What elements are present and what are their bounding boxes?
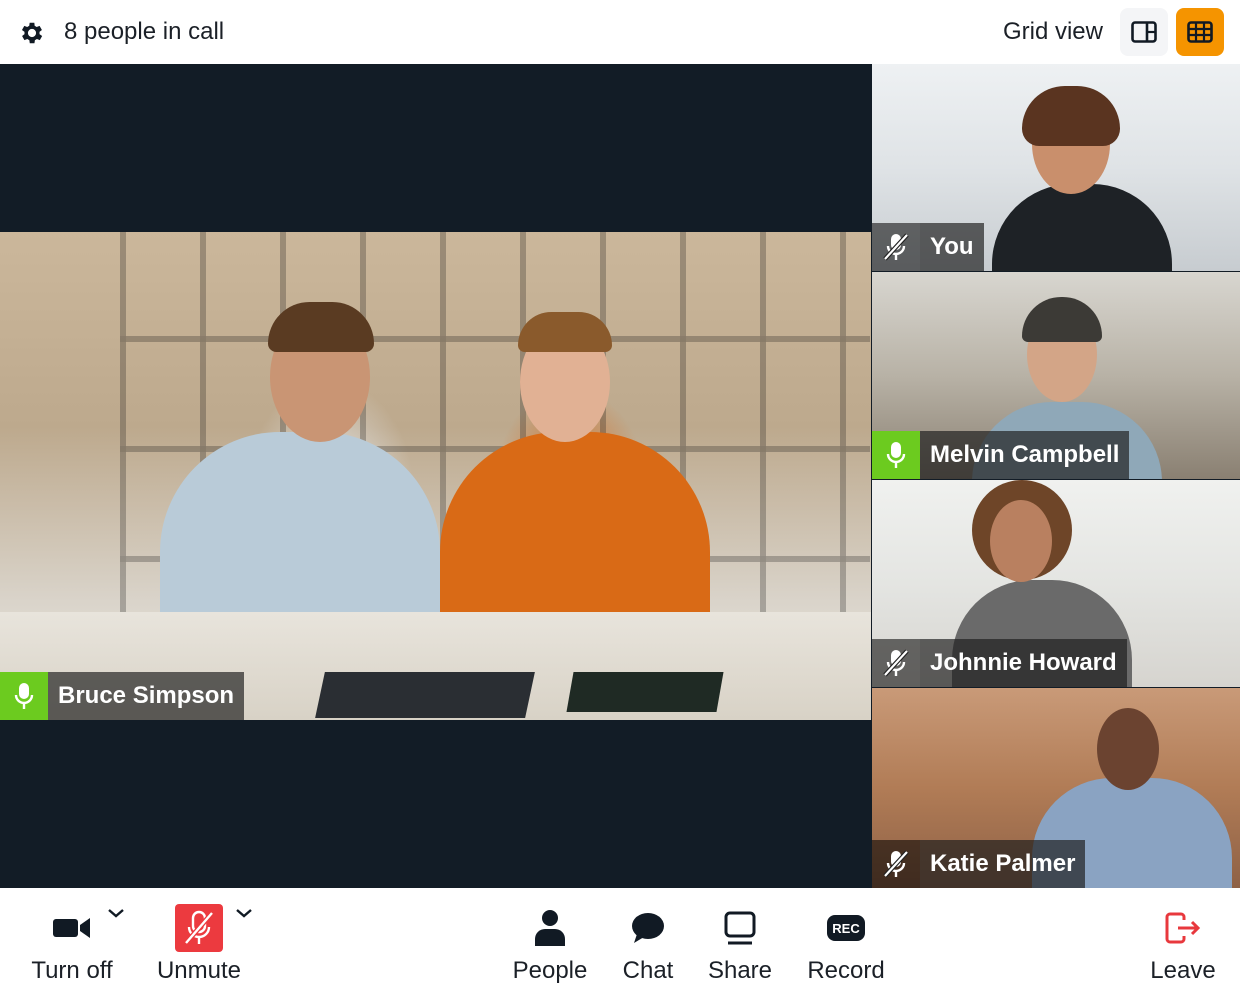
view-mode-label: Grid view xyxy=(1002,18,1103,45)
main-speaker-video[interactable] xyxy=(0,232,871,720)
screen-share-icon xyxy=(724,911,756,945)
record-button[interactable]: REC Record xyxy=(804,902,888,986)
microphone-icon xyxy=(14,683,34,709)
chat-button[interactable]: Chat xyxy=(618,902,678,986)
main-stage: Bruce Simpson xyxy=(0,64,871,888)
top-bar: 8 people in call Grid view xyxy=(0,0,1240,64)
microphone-off-icon xyxy=(184,910,214,945)
person-icon xyxy=(535,910,565,946)
microphone-off-icon xyxy=(883,233,909,261)
participant-name-tag: Johnnie Howard xyxy=(872,639,1127,687)
people-in-call-count: 8 people in call xyxy=(64,18,225,45)
participant-figure xyxy=(992,184,1172,271)
mic-status xyxy=(872,223,920,271)
microphone-icon xyxy=(886,442,906,468)
grid-view-button[interactable] xyxy=(1176,8,1224,56)
microphone-options-dropdown[interactable] xyxy=(235,906,255,920)
chat-label: Chat xyxy=(622,957,674,984)
leave-icon xyxy=(1165,912,1201,944)
participant-tile[interactable]: You xyxy=(872,64,1240,271)
participant-name: Bruce Simpson xyxy=(48,672,245,720)
leave-label: Leave xyxy=(1150,957,1216,984)
microphone-off-icon xyxy=(883,649,909,677)
participant-name-tag: Melvin Campbell xyxy=(872,431,1130,479)
camera-options-dropdown[interactable] xyxy=(107,906,127,920)
participant-hat xyxy=(1022,297,1102,342)
settings-button[interactable] xyxy=(18,19,46,47)
mic-status xyxy=(0,672,48,720)
participant-name: Johnnie Howard xyxy=(920,639,1127,687)
main-speaker-name-tag: Bruce Simpson xyxy=(0,672,245,720)
participant-tile[interactable]: Katie Palmer xyxy=(872,688,1240,888)
sidebar-layout-icon xyxy=(1131,21,1157,43)
microphone-off-icon xyxy=(883,850,909,878)
chat-bubble-icon xyxy=(632,913,664,943)
rec-badge-text: REC xyxy=(832,921,860,936)
share-label: Share xyxy=(707,957,773,984)
tablet-device xyxy=(315,672,535,718)
speaker-figure-right-hair xyxy=(518,312,612,352)
mic-status xyxy=(872,840,920,888)
gear-icon xyxy=(21,22,43,44)
mic-status xyxy=(872,431,920,479)
rec-icon: REC xyxy=(827,915,865,941)
video-camera-icon xyxy=(53,918,90,938)
participant-face xyxy=(1097,708,1159,790)
call-toolbar: Turn off Unmute People Chat Share REC Re… xyxy=(0,888,1240,1000)
participant-tile[interactable]: Melvin Campbell xyxy=(872,272,1240,479)
grid-layout-icon xyxy=(1187,21,1213,43)
participant-name: You xyxy=(920,223,984,271)
people-label: People xyxy=(512,957,588,984)
people-button[interactable]: People xyxy=(510,902,590,986)
participant-name-tag: You xyxy=(872,223,984,271)
participant-hair xyxy=(1022,86,1120,146)
participant-name: Katie Palmer xyxy=(920,840,1086,888)
unmute-label: Unmute xyxy=(156,957,242,984)
sidebar-view-button[interactable] xyxy=(1120,8,1168,56)
participant-name-tag: Katie Palmer xyxy=(872,840,1086,888)
camera-toggle-button[interactable]: Turn off xyxy=(28,902,116,986)
participant-name: Melvin Campbell xyxy=(920,431,1130,479)
participant-tiles: You Melvin Campbell Johnnie Howard Katie… xyxy=(871,64,1240,888)
record-label: Record xyxy=(807,957,885,984)
leave-call-button[interactable]: Leave xyxy=(1146,902,1220,986)
participant-face xyxy=(990,500,1052,582)
camera-toggle-label: Turn off xyxy=(31,957,113,984)
participant-tile[interactable]: Johnnie Howard xyxy=(872,480,1240,687)
share-screen-button[interactable]: Share xyxy=(706,902,774,986)
chevron-down-icon xyxy=(236,909,252,918)
unmute-button[interactable]: Unmute xyxy=(154,902,244,986)
notebook xyxy=(566,672,724,712)
chevron-down-icon xyxy=(108,909,124,918)
mic-status xyxy=(872,639,920,687)
